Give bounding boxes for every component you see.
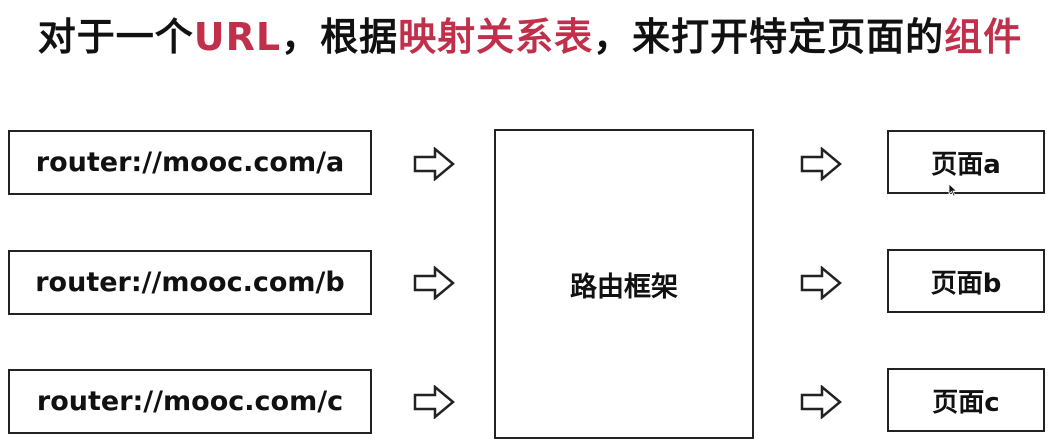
cursor-icon bbox=[948, 183, 958, 197]
title-highlight-component: 组件 bbox=[944, 15, 1023, 59]
router-framework-box: 路由框架 bbox=[494, 129, 754, 439]
title-part-1: 对于一个 bbox=[37, 15, 194, 59]
page-box-a: 页面a bbox=[887, 130, 1045, 194]
arrow-right-icon bbox=[413, 385, 455, 419]
title-highlight-mapping: 映射关系表 bbox=[398, 15, 594, 59]
url-box-c: router://mooc.com/c bbox=[8, 369, 372, 434]
arrow-right-icon bbox=[800, 147, 842, 181]
page-box-b: 页面b bbox=[887, 249, 1045, 313]
url-box-b: router://mooc.com/b bbox=[8, 250, 372, 315]
page-title: 对于一个URL，根据映射关系表，来打开特定页面的组件 bbox=[0, 6, 1060, 61]
arrow-right-icon bbox=[413, 266, 455, 300]
title-part-5: ，来打开特定页面的 bbox=[593, 15, 945, 59]
arrow-right-icon bbox=[800, 266, 842, 300]
title-part-3: ，根据 bbox=[281, 15, 399, 59]
url-box-a: router://mooc.com/a bbox=[8, 130, 372, 195]
arrow-right-icon bbox=[800, 385, 842, 419]
arrow-right-icon bbox=[413, 147, 455, 181]
page-box-c: 页面c bbox=[887, 368, 1045, 432]
title-highlight-url: URL bbox=[193, 15, 282, 59]
